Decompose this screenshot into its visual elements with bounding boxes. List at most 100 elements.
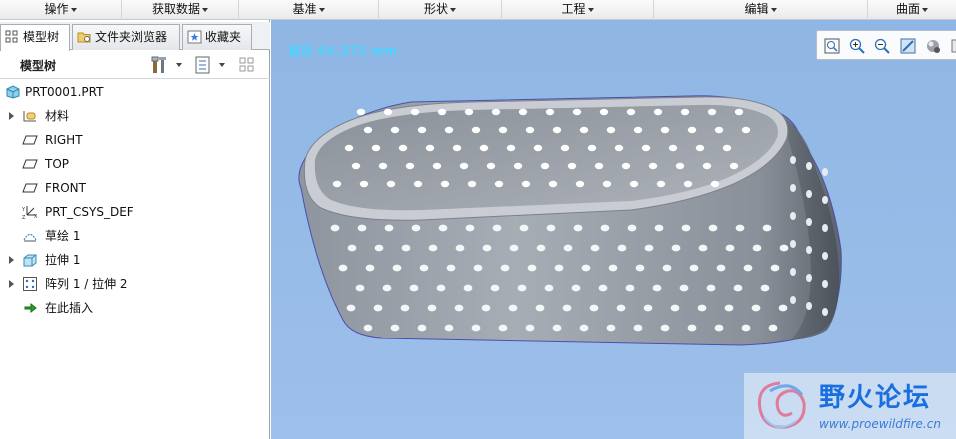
perforation-hole [386, 180, 396, 188]
perforation-hole [741, 324, 751, 332]
svg-text:Z: Z [22, 215, 26, 219]
chevron-down-icon[interactable] [219, 63, 225, 67]
expand-arrow-icon[interactable] [9, 280, 14, 288]
perforation-hole [698, 244, 708, 252]
tree-item-sketch[interactable]: 草绘 1 [0, 225, 270, 247]
perforation-hole [706, 284, 716, 292]
view-toolbar [816, 30, 956, 60]
perforation-hole [670, 304, 680, 312]
menu-operations[interactable]: 操作 [0, 0, 122, 20]
perforation-hole [790, 240, 796, 248]
perforation-hole [351, 162, 361, 170]
perforation-hole [506, 144, 516, 152]
perforation-hole [490, 284, 500, 292]
svg-text:Y: Y [22, 207, 26, 213]
tree-item-material[interactable]: 材料 [0, 105, 270, 127]
perforation-hole [608, 264, 618, 272]
graphics-window[interactable]: 直径 64.372 mm 野火论坛 www.proewildfire.cn [271, 20, 956, 439]
menu-shapes[interactable]: 形状 [379, 0, 502, 20]
perforation-hole [363, 324, 373, 332]
tree-item-csys[interactable]: Y X Z PRT_CSYS_DEF [0, 201, 270, 223]
perforation-hole [790, 296, 796, 304]
material-icon [23, 111, 36, 122]
perforation-hole [519, 224, 529, 232]
more-icon[interactable] [950, 37, 956, 55]
perforation-hole [790, 212, 796, 220]
perforation-hole [432, 162, 442, 170]
perforation-hole [411, 224, 421, 232]
perforation-hole [518, 108, 528, 116]
perforation-hole [735, 224, 745, 232]
perforation-hole [600, 224, 610, 232]
perforation-hole [382, 284, 392, 292]
perforation-hole [494, 180, 504, 188]
perforation-hole [752, 244, 762, 252]
menu-editing[interactable]: 编辑 [654, 0, 868, 20]
perforation-hole [517, 284, 527, 292]
tree-item-insert-here[interactable]: 在此插入 [0, 297, 270, 319]
tree-item-pattern[interactable]: 阵列 1 / 拉伸 2 [0, 273, 270, 295]
perforation-hole [806, 190, 812, 198]
tab-favorites[interactable]: 收藏夹 [182, 24, 252, 50]
tree-item-extrude[interactable]: 拉伸 1 [0, 249, 270, 271]
menu-surfaces[interactable]: 曲面 [868, 0, 956, 20]
perforation-hole [633, 324, 643, 332]
perforation-hole [536, 244, 546, 252]
perforation-hole [413, 180, 423, 188]
zoom-in-icon[interactable] [848, 37, 866, 55]
perforation-hole [482, 244, 492, 252]
perforation-hole [544, 284, 554, 292]
perforation-hole [598, 284, 608, 292]
tools-icon[interactable] [150, 55, 170, 75]
perforation-hole [725, 244, 735, 252]
forum-title: 野火论坛 [819, 383, 932, 413]
sketch-icon [23, 234, 37, 242]
perforation-hole [417, 324, 427, 332]
perforation-hole [573, 224, 583, 232]
perforation-hole [486, 162, 496, 170]
perforation-hole [498, 324, 508, 332]
perforation-hole [436, 284, 446, 292]
perforation-hole [417, 126, 427, 134]
datum-plane-icon [22, 183, 38, 193]
folder-browser-icon [77, 32, 91, 43]
display-style-icon[interactable] [924, 37, 942, 55]
expand-arrow-icon[interactable] [9, 112, 14, 120]
perforation-hole [687, 126, 697, 134]
perforation-hole [679, 284, 689, 292]
perforation-hole [332, 180, 342, 188]
perforation-hole [579, 324, 589, 332]
chevron-down-icon[interactable] [176, 63, 182, 67]
expand-arrow-icon[interactable] [9, 256, 14, 264]
tree-settings-icon[interactable] [193, 55, 213, 75]
menu-engineering[interactable]: 工程 [502, 0, 654, 20]
tree-item-front[interactable]: FRONT [0, 177, 270, 199]
perforation-hole [481, 304, 491, 312]
menu-get-data[interactable]: 获取数据 [122, 0, 239, 20]
tab-folder-browser[interactable]: 文件夹浏览器 [72, 24, 180, 50]
perforation-hole [508, 304, 518, 312]
tree-item-top[interactable]: TOP [0, 153, 270, 175]
tab-model-tree[interactable]: 模型树 [0, 24, 70, 51]
perforation-hole [552, 324, 562, 332]
perforation-hole [790, 268, 796, 276]
perforation-hole [729, 162, 739, 170]
perforation-hole [455, 244, 465, 252]
perforation-hole [627, 224, 637, 232]
perforation-hole [778, 304, 788, 312]
tree-root[interactable]: PRT0001.PRT [0, 81, 270, 103]
perforation-hole [806, 218, 812, 226]
chevron-down-icon [770, 7, 777, 12]
perforation-hole [344, 144, 354, 152]
perforation-hole [572, 108, 582, 116]
tree-item-right[interactable]: RIGHT [0, 129, 270, 151]
menu-datum[interactable]: 基准 [239, 0, 379, 20]
columns-icon[interactable] [238, 55, 258, 75]
refit-icon[interactable] [823, 37, 841, 55]
perforation-hole [751, 304, 761, 312]
perforation-hole [662, 264, 672, 272]
perforation-hole [625, 284, 635, 292]
repaint-icon[interactable] [899, 37, 917, 55]
datum-plane-icon [22, 135, 38, 145]
zoom-out-icon[interactable] [873, 37, 891, 55]
